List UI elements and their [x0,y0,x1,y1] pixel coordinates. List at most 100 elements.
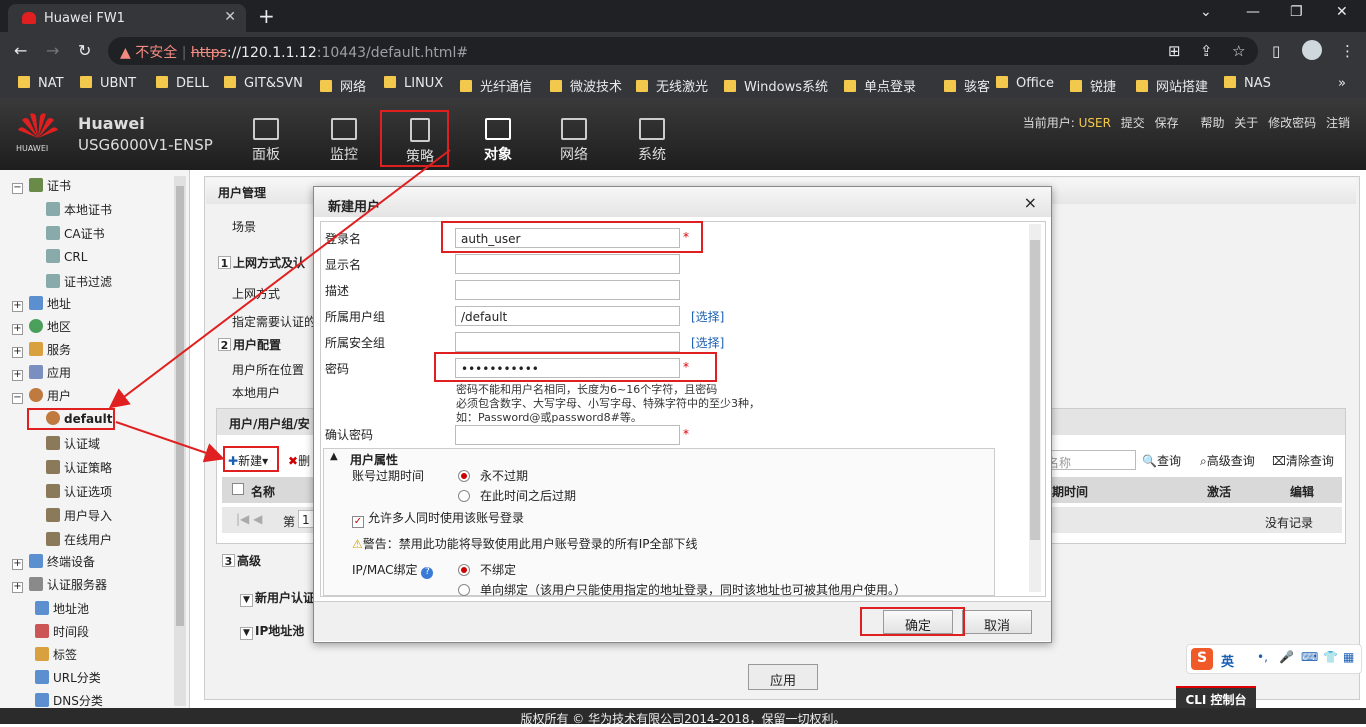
delete-button[interactable]: ✖删 [288,452,310,469]
more-menu-icon[interactable]: ⋮ [1340,42,1355,60]
bookmark-item[interactable]: Windows系统 [724,76,828,95]
dialog-scroll-thumb[interactable] [1030,240,1040,540]
new-tab-button[interactable]: + [258,4,275,28]
bookmark-item[interactable]: 网站搭建 [1136,76,1208,95]
never-expire-radio[interactable]: 永不过期 [458,467,528,484]
password-input[interactable]: ••••••••••• [455,358,680,378]
tree-item-cert-filter[interactable]: 证书过滤 [46,273,112,290]
microphone-icon[interactable]: 🎤 [1279,650,1294,664]
close-window-icon[interactable]: ✕ [1336,4,1348,20]
query-button[interactable]: 🔍查询 [1142,452,1181,469]
select-group-link[interactable]: [选择] [691,308,724,325]
menu-network[interactable]: 网络 [544,118,604,164]
description-input[interactable] [455,280,680,300]
profile-avatar[interactable] [1302,40,1322,60]
skin-icon[interactable]: 👕 [1323,650,1338,664]
tree-item-crl[interactable]: CRL [46,249,87,264]
tree-item-local-cert[interactable]: 本地证书 [46,201,112,218]
dialog-close-icon[interactable]: × [1024,193,1037,212]
bookmark-item[interactable]: 无线激光 [636,76,708,95]
chevron-down-icon[interactable]: ⌄ [1200,4,1212,20]
sogou-icon[interactable]: S [1191,648,1213,670]
tree-item-service[interactable]: + 服务 [12,341,71,358]
help-question-icon[interactable]: ? [421,567,434,579]
tree-item-dns-category[interactable]: DNS分类 [35,692,103,709]
bookmark-item[interactable]: 骇客 [944,76,990,95]
change-password-link[interactable]: 修改密码 [1268,116,1316,130]
clear-query-button[interactable]: ⌧清除查询 [1272,452,1334,469]
restore-icon[interactable]: ❐ [1290,4,1303,20]
reload-icon[interactable]: ↻ [78,41,91,60]
section-3-heading[interactable]: 3 高级 [222,552,261,569]
logout-link[interactable]: 注销 [1326,116,1350,130]
display-name-input[interactable] [455,254,680,274]
tree-item-online-users[interactable]: 在线用户 [46,531,112,548]
bookmark-item[interactable]: NAS [1224,76,1271,91]
translate-icon[interactable]: ⊞ [1168,42,1181,60]
save-link[interactable]: 保存 [1155,116,1179,130]
new-user-auth-toggle[interactable]: ▼ 新用户认证 [240,589,315,607]
advanced-query-button[interactable]: ⌕高级查询 [1200,452,1255,469]
tree-item-auth-server[interactable]: + 认证服务器 [12,576,107,593]
punctuation-icon[interactable]: •, [1257,650,1268,664]
tree-item-tag[interactable]: 标签 [35,646,77,663]
bookmark-item[interactable]: NAT [18,76,64,91]
search-input[interactable]: 名称 [1040,450,1136,470]
collapse-triangle-icon[interactable]: ▲ [330,451,338,462]
tree-item-ca-cert[interactable]: CA证书 [46,225,105,242]
bookmark-item[interactable]: 微波技术 [550,76,622,95]
multi-login-checkbox[interactable]: ✓ 允许多人同时使用该账号登录 [352,509,524,528]
expire-after-radio[interactable]: 在此时间之后过期 [458,487,576,504]
bookmark-item[interactable]: DELL [156,76,209,91]
col-name[interactable]: 名称 [251,483,275,500]
user-group-input[interactable]: /default [455,306,680,326]
one-way-bind-radio[interactable]: 单向绑定（该用户只能使用指定的地址登录，同时该地址也可被其他用户使用。） [458,581,906,596]
security-group-input[interactable] [455,332,680,352]
ip-pool-toggle[interactable]: ▼ IP地址池 [240,622,304,640]
keyboard-icon[interactable]: ⌨ [1301,650,1318,664]
apply-button[interactable]: 应用 [748,664,818,690]
back-arrow-icon[interactable]: ← [14,41,27,60]
forward-arrow-icon[interactable]: → [46,41,59,60]
first-page-icon[interactable]: |◀ ◀ [236,512,262,526]
help-link[interactable]: 帮助 [1200,116,1224,130]
login-name-input[interactable]: auth_user [455,228,680,248]
tree-item-address[interactable]: + 地址 [12,295,71,312]
bookmark-item[interactable]: UBNT [80,76,136,91]
bookmark-item[interactable]: 网络 [320,76,366,95]
share-icon[interactable]: ⇪ [1200,42,1213,60]
tree-item-terminal[interactable]: + 终端设备 [12,553,95,570]
tree-item-auth-policy[interactable]: 认证策略 [46,459,112,476]
close-tab-icon[interactable]: ✕ [224,9,236,25]
tree-item-address-pool[interactable]: 地址池 [35,600,89,617]
browser-tab[interactable]: Huawei FW1 ✕ [8,4,246,32]
confirm-password-input[interactable] [455,425,680,445]
sidebar-icon[interactable]: ▯ [1272,42,1280,60]
commit-link[interactable]: 提交 [1121,116,1145,130]
ok-button[interactable]: 确定 [883,610,953,634]
no-bind-radio[interactable]: 不绑定 [458,561,516,578]
ime-lang[interactable]: 英 [1221,651,1234,670]
menu-dashboard[interactable]: 面板 [236,118,296,164]
tree-item-auth-domain[interactable]: 认证域 [46,435,100,452]
bookmark-item[interactable]: 单点登录 [844,76,916,95]
tree-item-default[interactable]: default [46,411,112,426]
menu-object[interactable]: 对象 [468,118,528,164]
bookmark-item[interactable]: GIT&SVN [224,76,303,91]
tree-item-url-category[interactable]: URL分类 [35,669,101,686]
new-button[interactable]: ✚新建▾ [228,452,268,469]
tree-item-cert[interactable]: − 证书 [12,177,71,194]
bookmark-item[interactable]: 锐捷 [1070,76,1116,95]
url-bar[interactable]: ▲ 不安全 | https://120.1.1.12:10443/default… [108,37,1258,65]
minimize-icon[interactable]: — [1246,4,1260,20]
col-expire[interactable]: 期时间 [1052,483,1088,500]
select-all-checkbox[interactable] [232,483,244,495]
bookmark-item[interactable]: LINUX [384,76,443,91]
cancel-button[interactable]: 取消 [962,610,1032,634]
bookmark-item[interactable]: Office [996,76,1054,91]
bookmarks-overflow-icon[interactable]: » [1338,76,1346,91]
cli-console-button[interactable]: CLI 控制台 [1176,686,1256,708]
select-security-group-link[interactable]: [选择] [691,334,724,351]
bookmark-item[interactable]: 光纤通信 [460,76,532,95]
about-link[interactable]: 关于 [1234,116,1258,130]
